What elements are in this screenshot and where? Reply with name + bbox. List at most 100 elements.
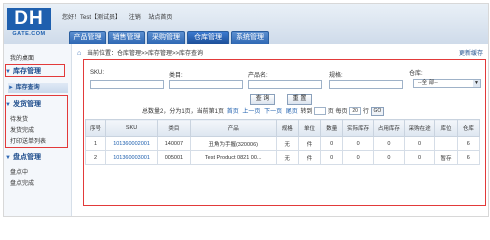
- go-button[interactable]: GO: [370, 106, 385, 116]
- table-cell: 140007: [157, 136, 191, 151]
- stock-table: 序号 SKU 类目 产品 规格 单位 数量 实际库存 占用库存 采购在途 库位 …: [84, 119, 481, 165]
- warehouse-select[interactable]: --全 部-- ▼: [413, 79, 481, 88]
- reset-button[interactable]: 重 置: [287, 94, 312, 105]
- goto-label: 转到: [300, 109, 313, 115]
- spec-label: 规格:: [329, 73, 343, 79]
- sku-link[interactable]: 101360003001: [105, 150, 158, 165]
- logout-link[interactable]: 注销: [129, 15, 141, 21]
- logo-text: GATE.COM: [12, 31, 46, 37]
- tab-sales[interactable]: 销售管理: [108, 31, 145, 44]
- next-page-link[interactable]: 下一页: [264, 109, 282, 115]
- goto-page-input[interactable]: [314, 107, 327, 116]
- logo[interactable]: DH GATE.COM: [7, 8, 51, 42]
- tab-product[interactable]: 产品管理: [69, 31, 106, 44]
- sidebar-item-shipped[interactable]: 发货完成: [10, 125, 34, 134]
- breadcrumb-text: 当前位置：仓库管理>>库存管理>>库存查询: [87, 51, 204, 57]
- column-header[interactable]: 库位: [434, 119, 458, 137]
- column-header[interactable]: 采购在途: [403, 119, 436, 137]
- sku-label: SKU:: [90, 70, 105, 76]
- table-cell: 无: [275, 136, 299, 151]
- product-name-input[interactable]: [248, 80, 322, 89]
- column-header[interactable]: 类目: [157, 119, 191, 137]
- sku-link[interactable]: 101360002001: [105, 136, 158, 151]
- spec-input[interactable]: [329, 80, 403, 89]
- column-header[interactable]: 数量: [320, 119, 344, 137]
- table-header-row: 序号 SKU 类目 产品 规格 单位 数量 实际库存 占用库存 采购在途 库位 …: [84, 119, 481, 137]
- sidebar-group-label: 盘点管理: [13, 154, 41, 161]
- sidebar-group-shipping[interactable]: ▼ 发货管理: [5, 99, 69, 110]
- table-row[interactable]: 2 101360003001 005001 Test Product 0821 …: [84, 150, 481, 165]
- category-label: 类目:: [169, 73, 183, 79]
- table-cell: 丑角为手握(320006): [189, 136, 277, 151]
- table-cell: 6: [456, 136, 481, 151]
- breadcrumb: ⌂ 当前位置：仓库管理>>库存管理>>库存查询: [77, 48, 203, 57]
- sidebar-item-my-desk[interactable]: 我的桌面: [10, 53, 34, 62]
- sidebar: 我的桌面 ▼ 库存管理 ► 库存查询 ▼ 发货管理 待发货 发货完成 打印送单列表 …: [4, 44, 72, 216]
- table-cell: 无: [275, 150, 299, 165]
- page-unit-label: 页 每页: [327, 109, 348, 115]
- tab-warehouse[interactable]: 仓库管理: [187, 31, 229, 44]
- sidebar-group-label: 库存管理: [13, 68, 41, 75]
- table-cell: 0: [342, 136, 375, 151]
- table-cell: 2: [84, 150, 107, 165]
- site-home-link[interactable]: 站点首页: [148, 15, 172, 21]
- table-cell: 1: [84, 136, 107, 151]
- table-cell: 件: [297, 150, 322, 165]
- chevron-down-icon: ▼: [5, 69, 11, 75]
- column-header[interactable]: 仓库: [456, 119, 481, 137]
- last-page-link[interactable]: 尾页: [286, 109, 298, 115]
- chevron-down-icon: ▼: [473, 80, 480, 87]
- pager-summary: 总数量2，分为1页，当前第1页: [142, 109, 225, 115]
- table-cell: 0: [373, 150, 405, 165]
- column-header[interactable]: 产品: [189, 119, 277, 137]
- per-page-input[interactable]: 20: [349, 107, 362, 116]
- sku-input[interactable]: [90, 80, 164, 89]
- app-window: DH GATE.COM 您好！Test【测试员】 注销 站点首页 产品管理 销售…: [3, 3, 489, 217]
- table-cell: Test Product 0821 00...: [189, 150, 277, 165]
- stock-query-panel: SKU: 类目: 产品名: 规格: 仓库: --全 部-- ▼ 查 询 重 置 总…: [83, 59, 486, 206]
- sidebar-group-stock[interactable]: ▼ 库存管理: [5, 66, 69, 77]
- first-page-link[interactable]: 首页: [227, 109, 239, 115]
- category-input[interactable]: [169, 80, 243, 89]
- table-cell: 005001: [157, 150, 191, 165]
- table-cell: 0: [342, 150, 375, 165]
- table-cell: 0: [403, 150, 436, 165]
- chevron-down-icon: ▼: [5, 102, 11, 108]
- sidebar-item-counted[interactable]: 盘点完成: [10, 178, 34, 187]
- prev-page-link[interactable]: 上一页: [242, 109, 260, 115]
- sidebar-item-counting[interactable]: 盘点中: [10, 167, 28, 176]
- table-cell: [434, 136, 458, 151]
- warehouse-value: --全 部--: [418, 80, 438, 86]
- table-cell: 0: [403, 136, 436, 151]
- top-bar: 您好！Test【测试员】 注销 站点首页: [62, 12, 178, 21]
- query-button[interactable]: 查 询: [250, 94, 275, 105]
- table-cell: 0: [320, 136, 344, 151]
- column-header[interactable]: SKU: [105, 119, 158, 137]
- chevron-right-icon: ►: [8, 85, 16, 91]
- table-row[interactable]: 1 101360002001 140007 丑角为手握(320006) 无 件 …: [84, 136, 481, 151]
- table-cell: 6: [456, 150, 481, 165]
- logo-mark: DH: [7, 8, 51, 30]
- column-header[interactable]: 规格: [275, 119, 299, 137]
- table-cell: 0: [373, 136, 405, 151]
- home-icon: ⌂: [77, 50, 82, 57]
- tab-purchase[interactable]: 采购管理: [147, 31, 185, 44]
- header: DH GATE.COM 您好！Test【测试员】 注销 站点首页 产品管理 销售…: [4, 4, 488, 44]
- column-header[interactable]: 实际库存: [342, 119, 375, 137]
- sidebar-item-pending-ship[interactable]: 待发货: [10, 114, 28, 123]
- sidebar-group-inventory[interactable]: ▼ 盘点管理: [5, 152, 69, 163]
- product-name-label: 产品名:: [248, 73, 268, 79]
- refresh-cache-link[interactable]: 更新缓存: [459, 48, 483, 57]
- rows-unit-label: 行: [362, 109, 369, 115]
- column-header[interactable]: 序号: [84, 119, 107, 137]
- sidebar-group-label: 发货管理: [13, 101, 41, 108]
- sidebar-item-stock-query[interactable]: ► 库存查询: [8, 83, 68, 93]
- column-header[interactable]: 单位: [297, 119, 322, 137]
- pager: 总数量2，分为1页，当前第1页 首页 上一页 下一页 尾页 转到 页 每页 20…: [142, 106, 385, 116]
- sidebar-item-print-list[interactable]: 打印送单列表: [10, 136, 46, 145]
- tab-system[interactable]: 系统管理: [231, 31, 269, 44]
- chevron-down-icon: ▼: [5, 155, 11, 161]
- greeting-text: 您好！Test【测试员】: [62, 15, 122, 21]
- column-header[interactable]: 占用库存: [373, 119, 405, 137]
- table-cell: 件: [297, 136, 322, 151]
